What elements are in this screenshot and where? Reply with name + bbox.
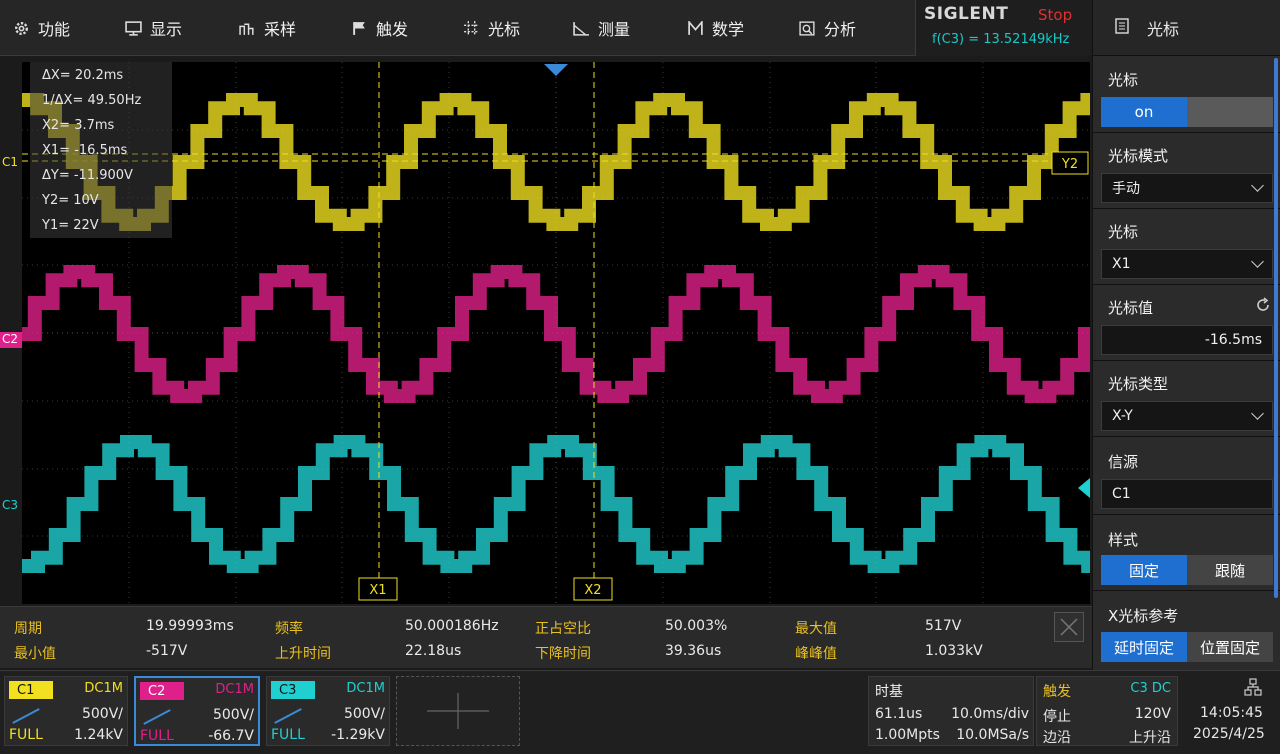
panel-scrollbar[interactable] xyxy=(1274,58,1278,598)
menu-display[interactable]: 显示 xyxy=(124,0,182,56)
close-measure-button[interactable] xyxy=(1054,612,1084,642)
menu-math[interactable]: 数学 xyxy=(686,0,744,56)
cursor-type-select[interactable]: X-Y xyxy=(1101,401,1273,431)
trigger-box[interactable]: 触发 C3 DC 停止 120V 边沿 上升沿 xyxy=(1036,676,1178,746)
cursor-icon xyxy=(462,19,480,37)
cursor-select-section: 光标 X1 xyxy=(1093,209,1280,285)
top-menu-bar: 功能 显示 采样 触发 光标 测量 数学 分析 SIGLENT Stop f(C… xyxy=(0,0,1092,56)
probe-icon xyxy=(143,709,171,725)
probe-icon xyxy=(274,708,302,724)
cursor-readout-panel: ΔX= 20.2ms 1/ΔX= 49.50Hz X2= 3.7ms X1= -… xyxy=(30,62,172,238)
menu-measure[interactable]: 测量 xyxy=(572,0,630,56)
cursor-x2-tag[interactable]: X2 xyxy=(573,577,613,601)
panel-title: 光标 xyxy=(1147,19,1180,39)
x-cursor-reference-toggle[interactable]: 延时固定 位置固定 xyxy=(1101,632,1273,662)
cursor-mode-select[interactable]: 手动 xyxy=(1101,173,1273,203)
trigger-mode: 停止 xyxy=(1043,709,1071,725)
monitor-icon xyxy=(124,19,142,37)
trigger-source: C3 DC xyxy=(1130,681,1171,696)
chevron-down-icon xyxy=(1251,407,1264,420)
svg-text:X1: X1 xyxy=(369,583,386,598)
channel-c3-box[interactable]: C3 DC1M 500V/ FULL -1.29kV xyxy=(266,676,390,746)
measure-min-value: -517V xyxy=(146,643,188,659)
close-icon xyxy=(1060,618,1078,636)
waveform-grid[interactable]: X1 X2 Y2 xyxy=(22,62,1090,604)
cursor-menu-panel: 光标 光标 on 光标模式 手动 光标 X1 光标值 -16.5ms 光标类型 … xyxy=(1092,0,1280,670)
cursor-select[interactable]: X1 xyxy=(1101,249,1273,279)
cursor-x1-tag[interactable]: X1 xyxy=(358,577,398,601)
svg-text:X2: X2 xyxy=(584,583,601,598)
measurement-bar: 周期 19.99993ms 频率 50.000186Hz 正占空比 50.003… xyxy=(0,606,1092,668)
menu-function[interactable]: 功能 xyxy=(12,0,70,56)
channel-c3-offset-marker[interactable]: C3 xyxy=(2,498,18,512)
trigger-level: 120V xyxy=(1134,706,1171,722)
cursor-on-toggle[interactable]: on xyxy=(1101,97,1273,127)
brand-status-area: SIGLENT Stop f(C3) = 13.52149kHz xyxy=(915,0,1092,56)
cursor-y2-tag[interactable]: Y2 xyxy=(1051,151,1089,175)
cursor-value-section: 光标值 -16.5ms xyxy=(1093,285,1280,361)
run-status[interactable]: Stop xyxy=(1038,6,1072,24)
measure-frequency-value: 50.000186Hz xyxy=(405,618,499,634)
network-icon[interactable] xyxy=(1244,678,1262,700)
gear-icon xyxy=(12,19,30,37)
timebase-box[interactable]: 时基 61.1us 10.0ms/div 1.00Mpts 10.0MSa/s xyxy=(868,676,1034,746)
cursor-enable-section: 光标 on xyxy=(1093,57,1280,133)
channel-c1-box[interactable]: C1 DC1M 500V/ FULL 1.24kV xyxy=(4,676,128,746)
timebase-delay: 61.1us xyxy=(875,706,923,722)
measure-max-value: 517V xyxy=(925,618,962,634)
readout-inv-delta-x: 1/ΔX= 49.50Hz xyxy=(42,93,142,108)
sample-icon xyxy=(238,19,256,37)
cursor-style-toggle[interactable]: 固定 跟随 xyxy=(1101,555,1273,585)
clock-date: 2025/4/25 xyxy=(1193,726,1265,742)
readout-x2: X2= 3.7ms xyxy=(42,118,115,133)
measure-pp-value: 1.033kV xyxy=(925,643,983,659)
plus-icon xyxy=(427,693,489,729)
cursor-style-section: 样式 固定 跟随 xyxy=(1093,515,1280,591)
cursor-source-section: 信源 C1 xyxy=(1093,437,1280,515)
cursor-type-section: 光标类型 X-Y xyxy=(1093,361,1280,437)
measure-duty-value: 50.003% xyxy=(665,618,728,634)
probe-icon xyxy=(12,708,40,724)
readout-y2: Y2= 10V xyxy=(42,193,99,208)
clock-area: 14:05:45 2025/4/25 xyxy=(1180,676,1280,746)
readout-x1: X1= -16.5ms xyxy=(42,143,128,158)
svg-text:Y2: Y2 xyxy=(1061,157,1078,172)
menu-cursor[interactable]: 光标 xyxy=(462,0,520,56)
trigger-slope: 上升沿 xyxy=(1129,730,1171,746)
channel-c2-box[interactable]: C2 DC1M 500V/ FULL -66.7V xyxy=(134,676,260,746)
menu-acquire[interactable]: 采样 xyxy=(238,0,296,56)
trigger-type: 边沿 xyxy=(1043,730,1071,746)
add-channel-button[interactable] xyxy=(396,676,520,746)
cursor-value-input[interactable]: -16.5ms xyxy=(1101,325,1273,355)
readout-y1: Y1= 22V xyxy=(42,218,99,233)
document-icon xyxy=(1115,17,1129,38)
cursor-mode-section: 光标模式 手动 xyxy=(1093,133,1280,209)
ruler-icon xyxy=(572,19,590,37)
readout-delta-x: ΔX= 20.2ms xyxy=(42,68,124,83)
x-cursor-reference-section: X光标参考 延时固定 位置固定 xyxy=(1093,591,1280,670)
analyze-icon xyxy=(798,19,816,37)
flag-icon xyxy=(350,19,368,37)
refresh-icon[interactable] xyxy=(1255,297,1271,317)
frequency-counter: f(C3) = 13.52149kHz xyxy=(932,32,1070,47)
cursor-source-select[interactable]: C1 xyxy=(1101,479,1273,509)
measure-period-value: 19.99993ms xyxy=(146,618,234,634)
menu-analysis[interactable]: 分析 xyxy=(798,0,856,56)
timebase-scale: 10.0ms/div xyxy=(951,706,1029,722)
measure-rise-value: 22.18us xyxy=(405,643,462,659)
readout-delta-y: ΔY= -11.900V xyxy=(42,168,133,183)
measure-fall-value: 39.36us xyxy=(665,643,722,659)
brand-logo: SIGLENT xyxy=(924,4,1009,24)
math-icon xyxy=(686,19,704,37)
clock-time: 14:05:45 xyxy=(1200,705,1263,721)
memory-depth: 1.00Mpts xyxy=(875,727,940,743)
chevron-down-icon xyxy=(1251,179,1264,192)
channel-c1-offset-marker[interactable]: C1 xyxy=(2,155,18,169)
panel-header: 光标 xyxy=(1093,0,1280,56)
sample-rate: 10.0MSa/s xyxy=(956,727,1029,743)
oscilloscope-screen: 功能 显示 采样 触发 光标 测量 数学 分析 SIGLENT Stop f(C… xyxy=(0,0,1280,754)
chevron-down-icon xyxy=(1251,255,1264,268)
channel-c2-offset-marker[interactable]: C2 xyxy=(0,332,22,348)
menu-trigger[interactable]: 触发 xyxy=(350,0,408,56)
